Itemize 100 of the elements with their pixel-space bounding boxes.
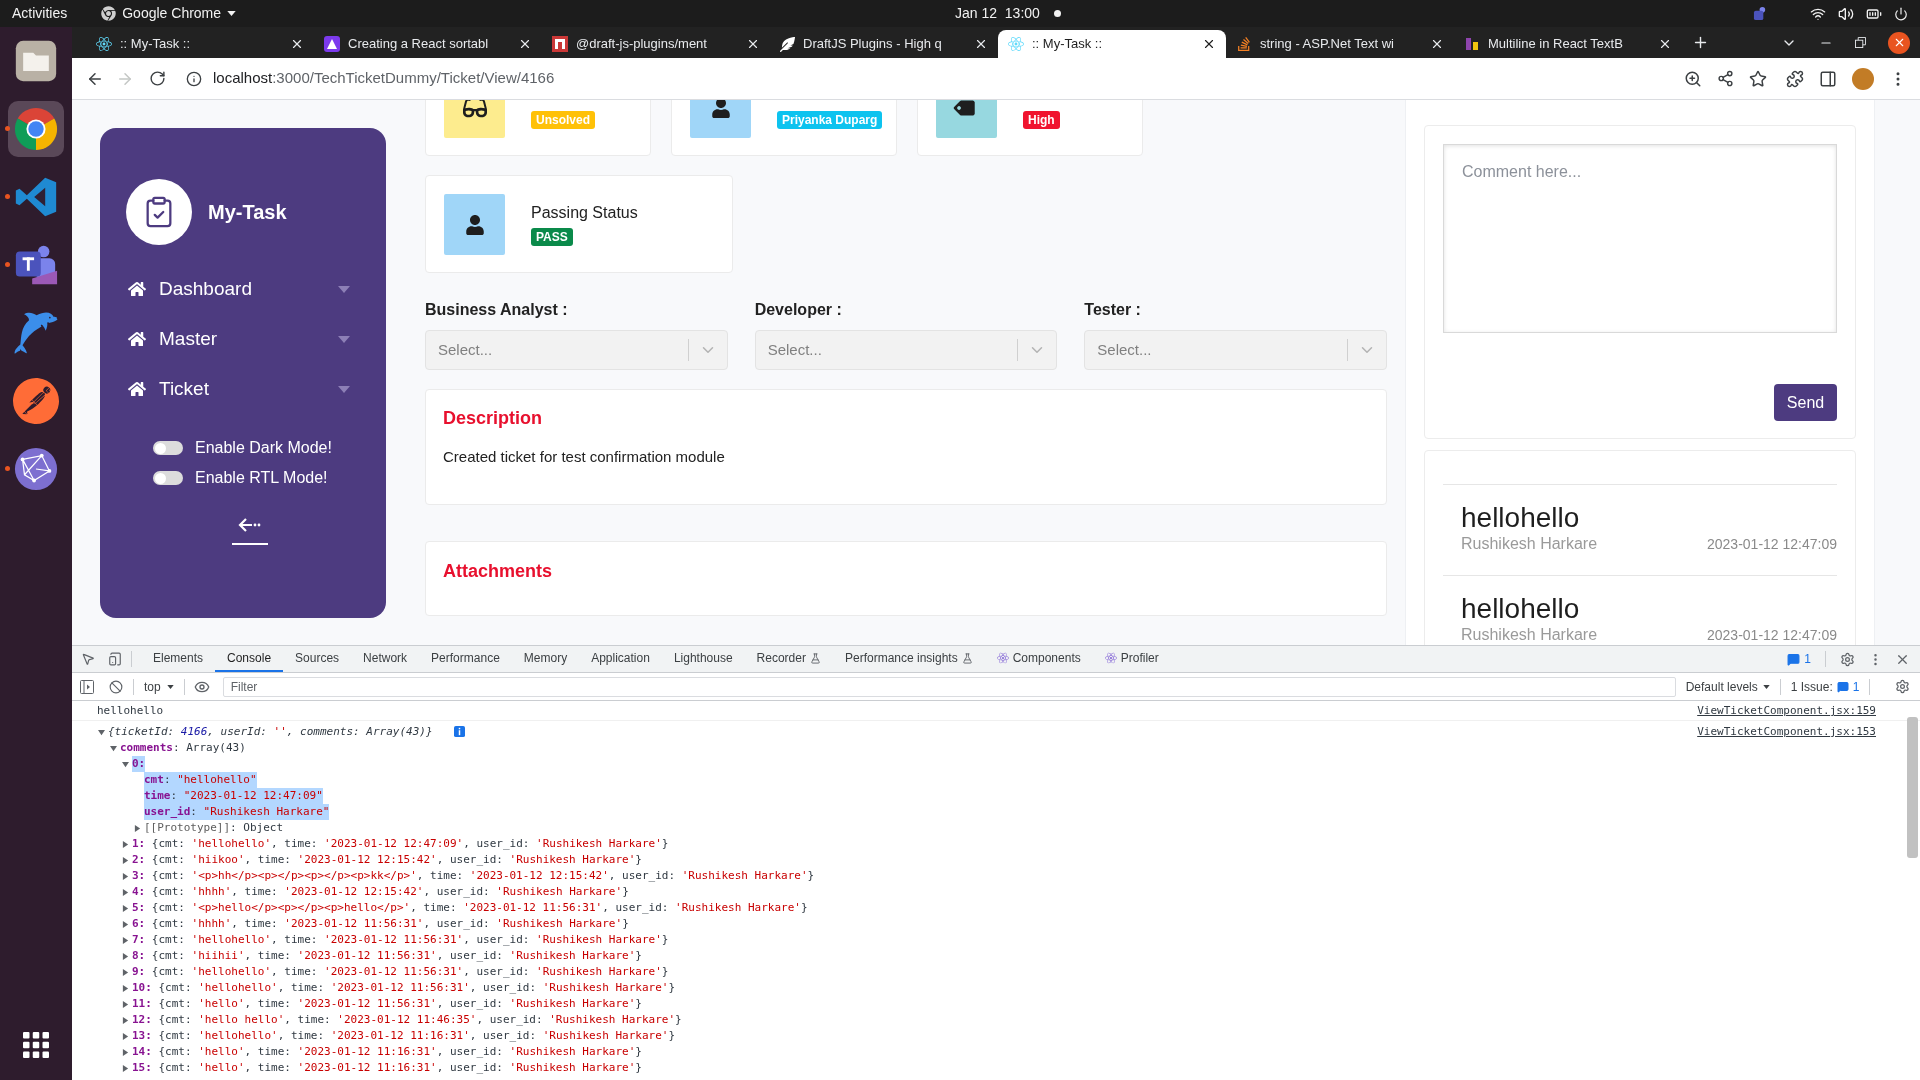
close-icon[interactable]	[1202, 37, 1216, 51]
reload-icon[interactable]	[149, 70, 166, 87]
devtools-tab[interactable]: Profiler	[1092, 646, 1171, 672]
levels-selector[interactable]: Default levels	[1685, 677, 1770, 696]
browser-icon[interactable]	[13, 106, 59, 152]
console-entry[interactable]: {ticketId: 4166, userId: '', comments: Array(43)}	[108, 724, 433, 740]
close-icon[interactable]	[746, 37, 760, 51]
network-globe-icon[interactable]	[13, 446, 59, 492]
console-entry[interactable]: 14: {cmt: 'hello', time: '2023-01-12 11:16:31', user_id: 'Rushikesh Harkare'}	[132, 1044, 642, 1060]
astronaut-icon[interactable]	[13, 378, 59, 424]
console-entry[interactable]: 9: {cmt: 'hellohello', time: '2023-01-12 11:56:31', user_id: 'Rushikesh Harkare'}	[132, 964, 669, 980]
console-entry[interactable]: 8: {cmt: 'hiihii', time: '2023-01-12 11:56:31', user_id: 'Rushikesh Harkare'}	[132, 948, 642, 964]
close-icon[interactable]	[974, 37, 988, 51]
send-button[interactable]: Send	[1774, 384, 1837, 421]
sidebar-toggle-icon[interactable]	[80, 679, 94, 694]
expand-arrow-icon[interactable]	[122, 1032, 129, 1040]
expand-arrow-icon[interactable]	[122, 1048, 129, 1056]
expand-arrow-icon[interactable]	[122, 856, 129, 864]
comment-field[interactable]: Comment here...	[1443, 144, 1837, 333]
console-entry[interactable]: [[Prototype]]: Object	[144, 820, 284, 836]
console-entry[interactable]: 3: {cmt: '<p>hh</p><p></p><p></p><p>kk</p>', time: '2023-01-12 12:15:42', user_id: 'Rushikesh Harkare'}	[132, 868, 815, 884]
collapse-arrow-icon[interactable]	[98, 728, 105, 736]
expand-arrow-icon[interactable]	[122, 872, 129, 880]
context-selector[interactable]: top	[144, 677, 174, 696]
scrollbar-thumb[interactable]	[1907, 717, 1918, 858]
sidebar-icon[interactable]	[1819, 69, 1837, 88]
app-grid-icon[interactable]	[23, 1032, 49, 1058]
toggle-switch[interactable]	[153, 471, 183, 485]
console-entry[interactable]: 12: {cmt: 'hello hello', time: '2023-01-12 11:46:35', user_id: 'Rushikesh Harkare'}	[132, 1012, 682, 1028]
device-icon[interactable]	[108, 652, 122, 666]
console-entry[interactable]: 10: {cmt: 'hellohello', time: '2023-01-12 11:56:31', user_id: 'Rushikesh Harkare'}	[132, 980, 676, 996]
clock[interactable]: Jan 12 13:00	[955, 3, 1040, 24]
select-field[interactable]: Select...	[1084, 330, 1387, 370]
devtools-tab[interactable]: Recorder	[744, 646, 833, 672]
collapse-arrow-icon[interactable]	[122, 760, 129, 768]
nav-item[interactable]: Ticket	[100, 371, 386, 407]
filter-field[interactable]: Filter	[222, 676, 1676, 697]
close-icon[interactable]	[518, 37, 532, 51]
puzzle-icon[interactable]	[1786, 69, 1804, 88]
browser-tab[interactable]: :: My-Task ::	[86, 30, 314, 58]
issues-button[interactable]: 1 Issue: 1	[1790, 677, 1860, 696]
code-editor-icon[interactable]	[14, 175, 58, 219]
devtools-tab[interactable]: Network	[351, 646, 420, 672]
messages-button[interactable]: 1	[1781, 650, 1817, 668]
star-icon[interactable]	[1749, 69, 1767, 88]
expand-arrow-icon[interactable]	[122, 952, 129, 960]
console-entry[interactable]: 1: {cmt: 'hellohello', time: '2023-01-12 12:47:09', user_id: 'Rushikesh Harkare'}	[132, 836, 669, 852]
collapse-arrow-icon[interactable]	[110, 744, 117, 752]
settings-icon[interactable]	[1895, 679, 1910, 694]
close-icon[interactable]	[290, 37, 304, 51]
app-menu[interactable]: Google Chrome	[101, 3, 237, 24]
devtools-tab[interactable]: Memory	[511, 646, 580, 672]
console-entry[interactable]: 13: {cmt: 'hellohello', time: '2023-01-12 11:16:31', user_id: 'Rushikesh Harkare'}	[132, 1028, 676, 1044]
toggle-switch[interactable]	[153, 441, 183, 455]
avatar-icon[interactable]	[1852, 67, 1874, 90]
console-entry[interactable]: 2: {cmt: 'hiikoo', time: '2023-01-12 12:15:42', user_id: 'Rushikesh Harkare'}	[132, 852, 642, 868]
collapse-sidebar-button[interactable]	[232, 517, 268, 545]
devtools-tab[interactable]: Performance	[419, 646, 512, 672]
close-icon[interactable]	[1888, 31, 1910, 54]
devtools-tab[interactable]: Lighthouse	[661, 646, 745, 672]
browser-tab[interactable]: Creating a React sortabl	[314, 30, 542, 58]
console-entry[interactable]: comments: Array(43)	[120, 740, 246, 756]
expand-arrow-icon[interactable]	[122, 840, 129, 848]
info-icon[interactable]	[454, 726, 465, 737]
browser-tab[interactable]: Multiline in React TextB	[1454, 30, 1682, 58]
devtools-tab[interactable]: Components	[984, 646, 1093, 672]
new-tab-icon[interactable]	[1692, 34, 1709, 51]
expand-arrow-icon[interactable]	[122, 1064, 129, 1072]
close-icon[interactable]	[1658, 37, 1672, 51]
activities-button[interactable]: Activities	[12, 3, 68, 24]
dolphin-icon[interactable]	[13, 310, 59, 356]
expand-arrow-icon[interactable]	[122, 888, 129, 896]
expand-arrow-icon[interactable]	[122, 1016, 129, 1024]
share-icon[interactable]	[1717, 70, 1734, 87]
close-icon[interactable]	[1430, 37, 1444, 51]
settings-icon[interactable]	[1840, 651, 1855, 667]
select-field[interactable]: Select...	[754, 330, 1058, 370]
console-entry[interactable]: cmt: "hellohello"	[144, 772, 257, 788]
browser-tab[interactable]: :: My-Task ::	[998, 30, 1226, 58]
zoom-icon[interactable]	[1684, 69, 1702, 88]
devtools-tab[interactable]: Sources	[283, 646, 352, 672]
expand-arrow-icon[interactable]	[122, 904, 129, 912]
expand-arrow-icon[interactable]	[122, 936, 129, 944]
expand-arrow-icon[interactable]	[134, 824, 141, 832]
browser-tab[interactable]: DraftJS Plugins - High q	[770, 30, 998, 58]
console-entry[interactable]: 5: {cmt: '<p>hello</p><p></p><p>hello</p>', time: '2023-01-12 11:56:31', user_id: 'Rushikesh Harkare'}	[132, 900, 808, 916]
console-entry[interactable]: time: "2023-01-12 12:47:09"	[144, 788, 323, 804]
volume-icon[interactable]	[1838, 5, 1854, 22]
select-field[interactable]: Select...	[425, 330, 728, 370]
address-field[interactable]: localhost:3000/TechTicketDummy/Ticket/View/4166	[213, 67, 555, 90]
console-entry[interactable]: 7: {cmt: 'hellohello', time: '2023-01-12 11:56:31', user_id: 'Rushikesh Harkare'}	[132, 932, 669, 948]
source-link[interactable]: ViewTicketComponent.jsx:153	[1697, 724, 1876, 740]
console-entry[interactable]: 11: {cmt: 'hello', time: '2023-01-12 11:56:31', user_id: 'Rushikesh Harkare'}	[132, 996, 642, 1012]
inspect-icon[interactable]	[81, 652, 95, 666]
site-info-icon[interactable]	[186, 70, 202, 87]
folder-icon[interactable]	[14, 39, 58, 83]
expand-arrow-icon[interactable]	[122, 968, 129, 976]
restore-icon[interactable]	[1855, 37, 1866, 48]
devtools-tab[interactable]: Elements	[141, 646, 216, 672]
source-link[interactable]: ViewTicketComponent.jsx:159	[1697, 703, 1876, 720]
